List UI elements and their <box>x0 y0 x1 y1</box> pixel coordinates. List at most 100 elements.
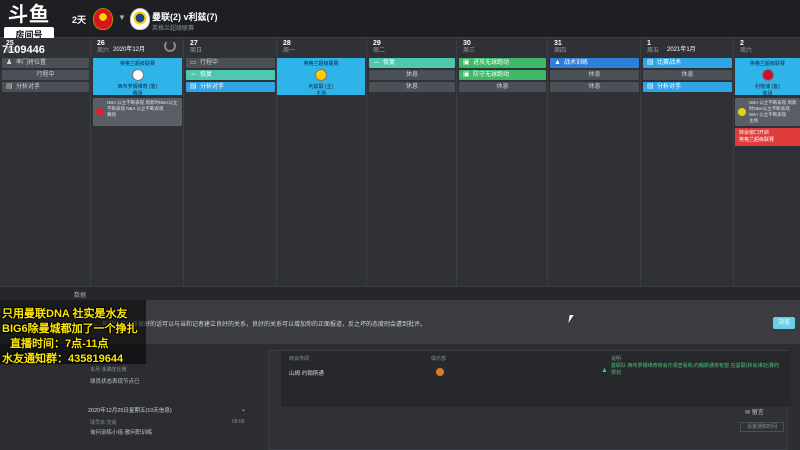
event-item[interactable]: ▤ 分析对手 <box>186 82 275 92</box>
left-row-value[interactable]: 询问训练小组·散问职训练 <box>90 428 152 436</box>
event-label: 休息 <box>496 84 509 90</box>
event-item[interactable]: 休息 <box>643 70 732 80</box>
room-id: 7109446 <box>2 44 45 56</box>
loading-icon <box>164 40 176 52</box>
day-column-31[interactable]: 31 周四 ▲ 战术训练 休息 休息 <box>548 38 641 288</box>
chevron-down-icon[interactable]: ▼ <box>118 13 126 22</box>
notify-time-button[interactable]: 设置通知时间 <box>740 422 784 432</box>
news-text: NBA 公立不断表现 周新时NBA公立不断表现 NBA 公立不断表现 <box>749 100 797 117</box>
event-label: 分析对手 <box>657 84 682 90</box>
day-weekday: 周六 <box>740 48 753 54</box>
event-item[interactable]: ▤ 分析对手 <box>643 82 732 92</box>
match-title[interactable]: 曼联(2) v利兹(7) <box>152 10 218 23</box>
column-header: 转会传闻 <box>289 356 310 362</box>
player-name[interactable]: 山姆·约翰斯通 <box>289 369 324 377</box>
section-divider: 数据 <box>0 286 800 300</box>
transfer-window-sub: 英格兰超级联赛 <box>739 137 775 143</box>
transfer-window-card[interactable]: 转会窗口开启 英格兰超级联赛 <box>735 128 800 146</box>
event-label: 恢复 <box>200 72 213 78</box>
clipboard-icon: ▤ <box>6 83 13 90</box>
day-header: 31 周四 <box>548 38 640 56</box>
event-label: 分析对手 <box>200 84 225 90</box>
event-item[interactable]: ▣ 进攻无球跑动 <box>459 58 546 68</box>
event-item[interactable]: 休息 <box>369 70 455 80</box>
event-item[interactable]: ♟ 率门将位置 <box>2 58 89 68</box>
recovery-icon: ⇔ <box>190 71 197 78</box>
thumbs-up-icon: ▲ <box>601 367 608 374</box>
event-label: 行程中 <box>36 72 55 78</box>
user-icon: ♟ <box>6 59 13 66</box>
event-label: 率门将位置 <box>16 60 47 66</box>
event-item[interactable]: 休息 <box>550 70 639 80</box>
overlay-text: 直播时间：7点-11点 <box>10 338 109 350</box>
event-label: 休息 <box>405 84 418 90</box>
day-weekday: 周日 <box>190 48 203 54</box>
day-column-2[interactable]: 2 周六 英格兰超级联赛 利物浦 (客) 客场 NBA 公立不断表现 周新时NB… <box>734 38 800 288</box>
days-label: 2天 <box>72 15 87 25</box>
browse-button[interactable]: 浏览 <box>773 317 795 329</box>
day-weekday: 周一 <box>283 48 296 54</box>
date-line: 2020年12月25日星期五(10天信息) <box>88 408 172 414</box>
clipboard-icon: ▤ <box>647 59 654 66</box>
divider-label: 数据 <box>74 293 87 299</box>
day-weekday: 周三 <box>463 48 476 54</box>
message-icon: ✉ <box>745 410 752 416</box>
message-control[interactable]: ✉ 留言 <box>745 407 764 416</box>
event-item[interactable]: ⇔ 恢复 <box>186 70 275 80</box>
match-card-venue: 主场 <box>315 91 326 97</box>
day-weekday: 周四 <box>554 48 567 54</box>
month-label: 2020年12月 <box>113 47 146 53</box>
club-badge-icon <box>761 69 774 81</box>
day-number: 27 <box>190 40 198 47</box>
date-row[interactable]: 2020年12月25日星期五(10天信息) ⌄ <box>88 406 250 414</box>
column-header: 俱乐部 <box>431 356 447 362</box>
day-column-29[interactable]: 29 周二 ⇔ 恢复 休息 休息 <box>367 38 457 288</box>
day-column-1[interactable]: 1 周五 2021年1月 ▤ 比赛战术 休息 ▤ 分析对手 <box>641 38 734 288</box>
news-card[interactable]: NBA 公立不断表现 周新时NBA公立不断表现 NBA 公立不断表现 主场 <box>735 98 800 126</box>
event-label: 休息 <box>405 72 418 78</box>
day-number: 31 <box>554 40 562 47</box>
chevron-down-icon[interactable]: ⌄ <box>241 406 246 413</box>
day-column-26[interactable]: 26 周六 2020年12月 英格兰超级联赛 西布罗姆维奇 (客) 赛场 NBA… <box>91 38 184 288</box>
match-card[interactable]: 英格兰超级联赛 利物浦 (客) 客场 <box>735 58 800 97</box>
clipboard-icon: ▤ <box>190 83 197 90</box>
event-item[interactable]: ▲ 战术训练 <box>550 58 639 68</box>
event-item[interactable]: ⇔ 恢复 <box>369 58 455 68</box>
event-label: 行程中 <box>200 60 219 66</box>
event-item[interactable]: 休息 <box>369 82 455 92</box>
event-item[interactable]: 休息 <box>550 82 639 92</box>
main-panel: 转会传闻 俱乐部 说明 山姆·约翰斯通 ▲ 曼联队·西布罗姆维奇转会乐观查看和,… <box>268 350 791 450</box>
event-item[interactable]: ▭ 行程中 <box>186 58 275 68</box>
event-item[interactable]: 行程中 <box>2 70 89 80</box>
day-header: 29 周二 <box>367 38 456 56</box>
logo-text: 斗鱼 <box>8 4 50 26</box>
day-column-27[interactable]: 27 周日 ▭ 行程中 ⇔ 恢复 ▤ 分析对手 <box>184 38 277 288</box>
day-column-28[interactable]: 28 周一 英格兰超级联赛 利兹联 (主) 主场 <box>277 38 367 288</box>
news-card[interactable]: NBA 公立不断表现 周新时NBA公立不断表现 NBA 公立不断表现 赛场 <box>93 98 182 126</box>
leeds-crest-icon <box>130 8 150 30</box>
day-column-25[interactable]: 25 周五 ♟ 率门将位置 行程中 ▤ 分析对手 <box>0 38 91 288</box>
event-label: 恢复 <box>383 60 396 66</box>
left-row-value[interactable]: 球员状态表现节点已 <box>90 377 140 385</box>
event-label: 休息 <box>588 72 601 78</box>
event-item[interactable]: ▣ 防守无球跑动 <box>459 70 546 80</box>
overlay-text: 水友通知群：435819644 <box>2 353 124 365</box>
event-item[interactable]: ▤ 分析对手 <box>2 82 89 92</box>
bus-icon: ▭ <box>190 59 197 66</box>
news-icon <box>738 108 746 116</box>
match-card-venue: 赛场 <box>132 91 143 97</box>
left-row-label: 本月·未确定比赛 <box>90 367 127 373</box>
day-number: 28 <box>283 40 291 47</box>
event-label: 战术训练 <box>564 60 589 66</box>
day-header: 28 周一 <box>277 38 366 56</box>
match-card[interactable]: 英格兰超级联赛 利兹联 (主) 主场 <box>277 58 365 97</box>
event-item[interactable]: 休息 <box>459 82 546 92</box>
event-item[interactable]: ▤ 比赛战术 <box>643 58 732 68</box>
left-row-label: 球员本·交易 <box>90 420 117 426</box>
match-card[interactable]: 英格兰超级联赛 西布罗姆维奇 (客) 赛场 <box>93 58 182 97</box>
day-number: 29 <box>373 40 381 47</box>
day-column-30[interactable]: 30 周三 ▣ 进攻无球跑动 ▣ 防守无球跑动 休息 <box>457 38 548 288</box>
day-header: 30 周三 <box>457 38 547 56</box>
match-card-opponent: 利兹联 (主) <box>308 84 334 90</box>
column-header: 说明 <box>611 356 622 362</box>
